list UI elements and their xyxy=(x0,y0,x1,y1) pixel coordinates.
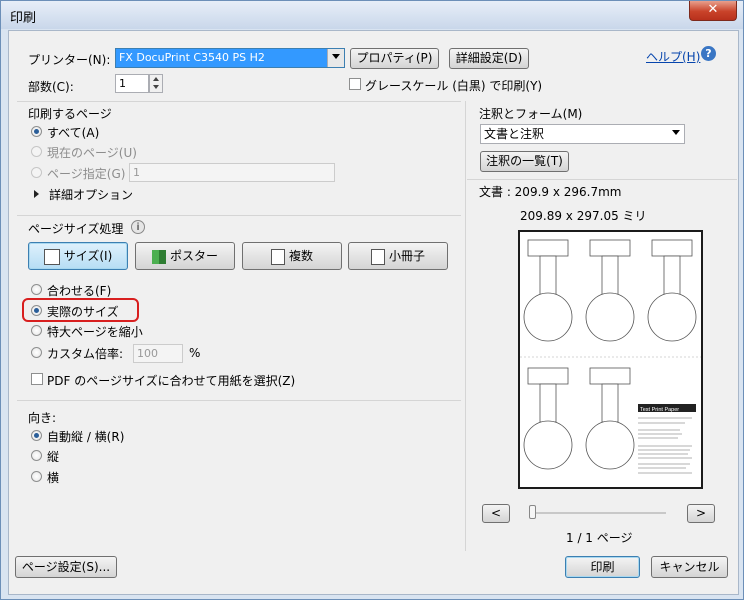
tab-size[interactable]: サイズ(I) xyxy=(28,242,128,270)
preview-graphic: Test Print Paper xyxy=(520,239,701,474)
shrink-radio[interactable] xyxy=(31,325,42,336)
more-options-label[interactable]: 詳細オプション xyxy=(49,186,133,203)
choose-paper-label: PDF のページサイズに合わせて用紙を選択(Z) xyxy=(47,374,296,388)
chevron-down-icon xyxy=(672,130,680,135)
grayscale-label: グレースケール (白黒) で印刷(Y) xyxy=(365,79,543,93)
auto-orientation-label: 自動縦 / 横(R) xyxy=(47,430,125,444)
divider xyxy=(467,179,737,180)
help-icon[interactable]: ? xyxy=(701,46,716,61)
window-title: 印刷 xyxy=(10,11,37,26)
tab-poster[interactable]: ポスター xyxy=(135,242,235,270)
printer-dropdown-button[interactable] xyxy=(327,49,344,67)
multiple-icon xyxy=(270,248,285,265)
vertical-divider xyxy=(465,101,466,551)
summarize-comments-button[interactable]: 注釈の一覧(T) xyxy=(480,151,569,172)
current-page-label: 現在のページ(U) xyxy=(47,146,137,160)
custom-scale-radio[interactable] xyxy=(31,347,42,358)
page-range-value: 1 xyxy=(133,166,140,179)
print-button[interactable]: 印刷 xyxy=(565,556,640,578)
auto-orientation-radio[interactable] xyxy=(31,430,42,441)
print-preview-thumbnail: Test Print Paper xyxy=(518,230,703,489)
grayscale-checkbox[interactable] xyxy=(349,78,361,90)
page-range-radio[interactable] xyxy=(31,167,42,178)
landscape-label: 横 xyxy=(47,471,60,485)
all-pages-label: すべて(A) xyxy=(47,126,100,140)
page-setup-button[interactable]: ページ設定(S)... xyxy=(15,556,117,578)
size-icon xyxy=(43,248,60,265)
tab-size-label: サイズ(I) xyxy=(63,249,113,263)
thumb-title: Test Print Paper xyxy=(640,407,679,413)
help-link[interactable]: ヘルプ(H) xyxy=(646,48,700,65)
divider xyxy=(17,101,461,102)
copies-label: 部数(C): xyxy=(28,80,74,94)
percent-label: % xyxy=(189,346,201,360)
copies-value: 1 xyxy=(119,77,126,90)
page-count: 1 / 1 ページ xyxy=(566,531,633,545)
page-slider-track[interactable] xyxy=(529,512,666,514)
page-sizing-heading: ページサイズ処理 xyxy=(28,222,124,236)
page-slider-thumb[interactable] xyxy=(529,505,536,519)
portrait-label: 縦 xyxy=(47,450,60,464)
tab-booklet[interactable]: 小冊子 xyxy=(348,242,448,270)
spin-down-icon[interactable] xyxy=(153,85,159,89)
page-range-input[interactable]: 1 xyxy=(129,163,335,182)
printer-select[interactable]: FX DocuPrint C3540 PS H2 xyxy=(115,48,345,68)
landscape-radio[interactable] xyxy=(31,471,42,482)
comments-heading: 注釈とフォーム(M) xyxy=(479,107,583,121)
custom-scale-input[interactable]: 100 xyxy=(133,344,183,363)
tab-multiple-label: 複数 xyxy=(288,249,313,263)
poster-icon xyxy=(151,249,166,264)
highlight-annotation xyxy=(22,298,139,322)
close-button[interactable]: ✕ xyxy=(689,1,737,21)
print-dialog: 印刷 ✕ プリンター(N): FX DocuPrint C3540 PS H2 … xyxy=(0,0,744,600)
title-bar: 印刷 ✕ xyxy=(1,1,743,29)
spin-up-icon[interactable] xyxy=(153,77,159,81)
divider xyxy=(17,400,461,401)
custom-scale-value: 100 xyxy=(137,347,158,360)
fit-radio[interactable] xyxy=(31,284,42,295)
shrink-label: 特大ページを縮小 xyxy=(47,325,143,339)
next-page-button[interactable]: > xyxy=(687,504,715,523)
page-range-label: ページ指定(G) xyxy=(47,167,126,181)
tab-booklet-label: 小冊子 xyxy=(388,249,425,263)
paper-size-label: 209.89 x 297.05 ミリ xyxy=(520,209,647,223)
expand-arrow-icon[interactable] xyxy=(34,190,39,198)
tab-poster-label: ポスター xyxy=(169,249,218,263)
fit-label: 合わせる(F) xyxy=(47,284,112,298)
choose-paper-checkbox[interactable] xyxy=(31,373,43,385)
printer-value: FX DocuPrint C3540 PS H2 xyxy=(119,51,265,64)
all-pages-radio[interactable] xyxy=(31,126,42,137)
cancel-button[interactable]: キャンセル xyxy=(651,556,728,578)
chevron-down-icon xyxy=(332,54,340,59)
divider xyxy=(17,215,461,216)
printer-label: プリンター(N): xyxy=(28,53,111,67)
booklet-icon xyxy=(370,248,385,265)
copies-input[interactable]: 1 xyxy=(115,74,149,93)
prev-page-button[interactable]: < xyxy=(482,504,510,523)
comments-select[interactable]: 文書と注釈 xyxy=(480,124,685,144)
copies-spinner[interactable] xyxy=(149,74,163,93)
comments-value: 文書と注釈 xyxy=(484,127,545,141)
pages-heading: 印刷するページ xyxy=(28,107,112,121)
advanced-button[interactable]: 詳細設定(D) xyxy=(449,48,529,69)
current-page-radio[interactable] xyxy=(31,146,42,157)
doc-size-label: 文書 : 209.9 x 296.7mm xyxy=(479,185,622,199)
custom-scale-label: カスタム倍率: xyxy=(47,347,124,361)
orientation-heading: 向き: xyxy=(28,411,57,425)
properties-button[interactable]: プロパティ(P) xyxy=(350,48,439,69)
tab-multiple[interactable]: 複数 xyxy=(242,242,342,270)
info-icon[interactable]: i xyxy=(131,220,145,234)
portrait-radio[interactable] xyxy=(31,450,42,461)
